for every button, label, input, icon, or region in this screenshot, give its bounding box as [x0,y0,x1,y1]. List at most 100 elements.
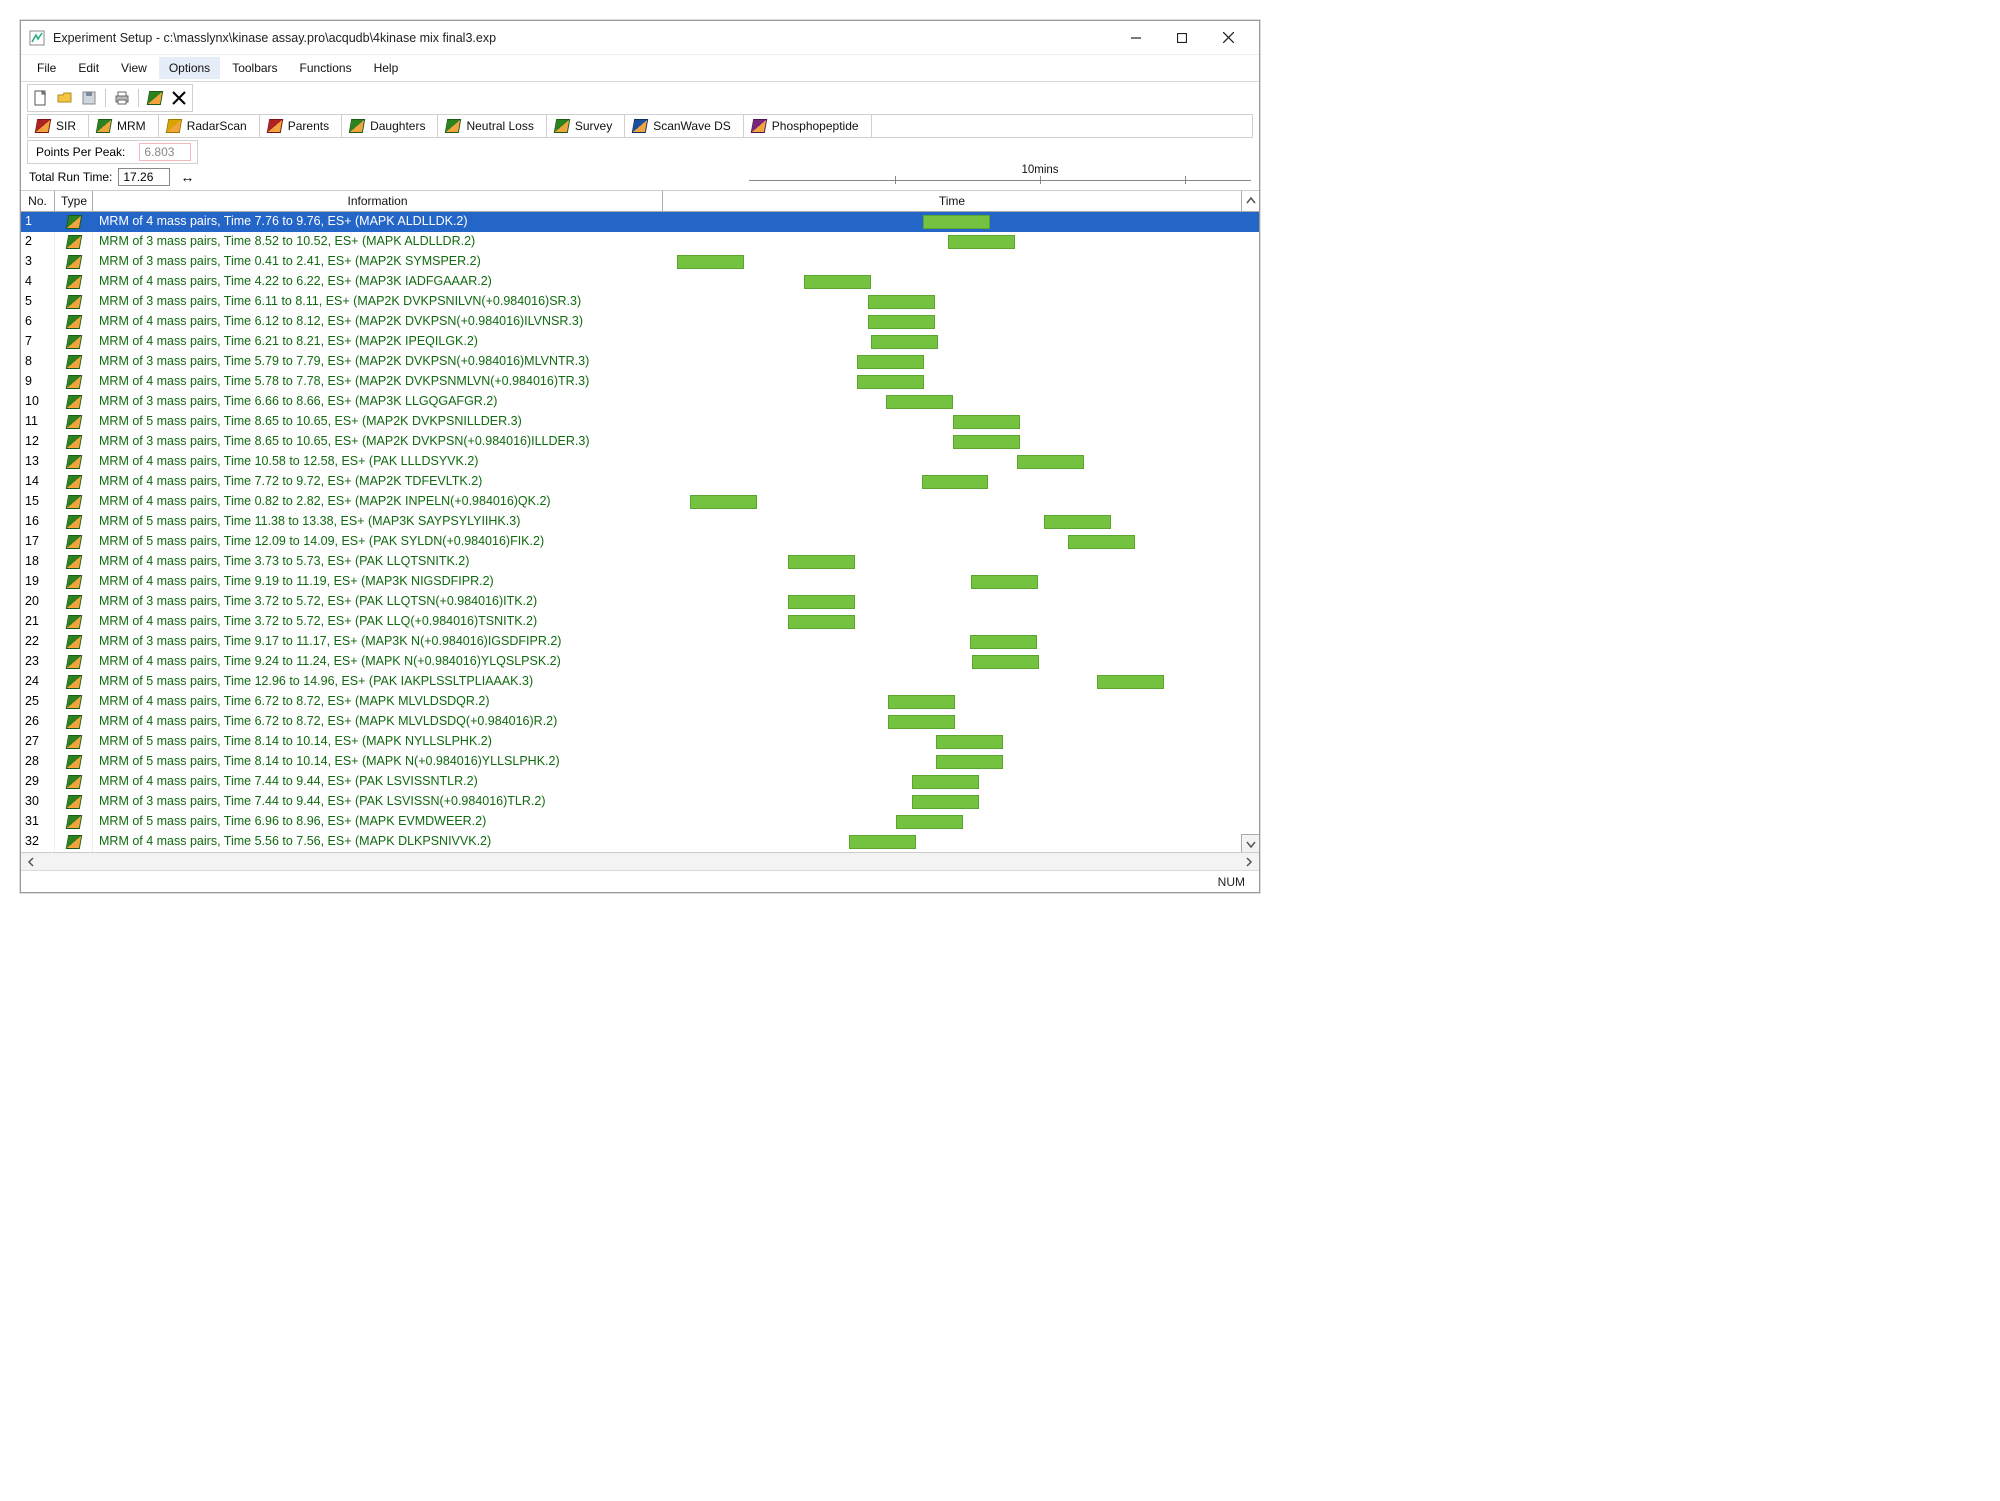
table-row[interactable]: 17MRM of 5 mass pairs, Time 12.09 to 14.… [21,532,1259,552]
time-bar[interactable] [953,435,1020,449]
menu-edit[interactable]: Edit [68,57,109,79]
row-type-icon-cell[interactable] [55,812,93,832]
maximize-button[interactable] [1159,23,1205,53]
col-header-no[interactable]: No. [21,191,55,211]
time-bar[interactable] [857,355,924,369]
table-row[interactable]: 5MRM of 3 mass pairs, Time 6.11 to 8.11,… [21,292,1259,312]
row-type-icon-cell[interactable] [55,252,93,272]
row-type-icon-cell[interactable] [55,732,93,752]
tab-survey[interactable]: Survey [547,115,625,137]
table-row[interactable]: 25MRM of 4 mass pairs, Time 6.72 to 8.72… [21,692,1259,712]
table-row[interactable]: 24MRM of 5 mass pairs, Time 12.96 to 14.… [21,672,1259,692]
table-row[interactable]: 12MRM of 3 mass pairs, Time 8.65 to 10.6… [21,432,1259,452]
tab-scanwave-ds[interactable]: ScanWave DS [625,115,744,137]
time-bar[interactable] [690,495,757,509]
time-bar[interactable] [922,475,989,489]
scroll-down-button[interactable] [1241,834,1259,852]
open-button[interactable] [54,87,76,109]
table-row[interactable]: 13MRM of 4 mass pairs, Time 10.58 to 12.… [21,452,1259,472]
col-header-time[interactable]: Time [663,191,1241,211]
col-header-information[interactable]: Information [93,191,663,211]
time-bar[interactable] [888,695,955,709]
row-type-icon-cell[interactable] [55,832,93,852]
table-row[interactable]: 29MRM of 4 mass pairs, Time 7.44 to 9.44… [21,772,1259,792]
row-type-icon-cell[interactable] [55,472,93,492]
row-type-icon-cell[interactable] [55,292,93,312]
row-type-icon-cell[interactable] [55,712,93,732]
tab-neutral-loss[interactable]: Neutral Loss [438,115,546,137]
table-row[interactable]: 19MRM of 4 mass pairs, Time 9.19 to 11.1… [21,572,1259,592]
scroll-right-button[interactable] [1241,855,1257,869]
row-type-icon-cell[interactable] [55,592,93,612]
table-row[interactable]: 16MRM of 5 mass pairs, Time 11.38 to 13.… [21,512,1259,532]
row-type-icon-cell[interactable] [55,432,93,452]
table-row[interactable]: 31MRM of 5 mass pairs, Time 6.96 to 8.96… [21,812,1259,832]
time-bar[interactable] [849,835,916,849]
resize-handle-icon[interactable]: ↔ [180,169,194,185]
tab-radarscan[interactable]: RadarScan [159,115,260,137]
time-bar[interactable] [912,775,979,789]
row-type-icon-cell[interactable] [55,612,93,632]
save-button[interactable] [78,87,100,109]
time-bar[interactable] [936,735,1003,749]
table-row[interactable]: 15MRM of 4 mass pairs, Time 0.82 to 2.82… [21,492,1259,512]
table-row[interactable]: 11MRM of 5 mass pairs, Time 8.65 to 10.6… [21,412,1259,432]
row-type-icon-cell[interactable] [55,312,93,332]
total-runtime-input[interactable] [118,168,170,186]
table-row[interactable]: 30MRM of 3 mass pairs, Time 7.44 to 9.44… [21,792,1259,812]
table-row[interactable]: 27MRM of 5 mass pairs, Time 8.14 to 10.1… [21,732,1259,752]
row-type-icon-cell[interactable] [55,572,93,592]
time-bar[interactable] [953,415,1020,429]
close-button[interactable] [1205,23,1251,53]
time-bar[interactable] [970,635,1037,649]
menu-view[interactable]: View [111,57,157,79]
table-row[interactable]: 10MRM of 3 mass pairs, Time 6.66 to 8.66… [21,392,1259,412]
row-type-icon-cell[interactable] [55,512,93,532]
table-row[interactable]: 20MRM of 3 mass pairs, Time 3.72 to 5.72… [21,592,1259,612]
time-bar[interactable] [971,575,1038,589]
table-row[interactable]: 6MRM of 4 mass pairs, Time 6.12 to 8.12,… [21,312,1259,332]
table-row[interactable]: 32MRM of 4 mass pairs, Time 5.56 to 7.56… [21,832,1259,852]
table-row[interactable]: 26MRM of 4 mass pairs, Time 6.72 to 8.72… [21,712,1259,732]
print-button[interactable] [111,87,133,109]
time-bar[interactable] [788,555,855,569]
time-bar[interactable] [886,395,953,409]
table-row[interactable]: 8MRM of 3 mass pairs, Time 5.79 to 7.79,… [21,352,1259,372]
table-row[interactable]: 23MRM of 4 mass pairs, Time 9.24 to 11.2… [21,652,1259,672]
row-type-icon-cell[interactable] [55,352,93,372]
row-type-icon-cell[interactable] [55,792,93,812]
scroll-left-button[interactable] [23,855,39,869]
row-type-icon-cell[interactable] [55,692,93,712]
col-header-type[interactable]: Type [55,191,93,211]
edit-button[interactable] [144,87,166,109]
time-bar[interactable] [804,275,871,289]
time-bar[interactable] [912,795,979,809]
row-type-icon-cell[interactable] [55,452,93,472]
time-bar[interactable] [923,215,990,229]
time-bar[interactable] [1017,455,1084,469]
row-type-icon-cell[interactable] [55,492,93,512]
minimize-button[interactable] [1113,23,1159,53]
time-bar[interactable] [788,595,855,609]
tab-phosphopeptide[interactable]: Phosphopeptide [744,115,872,137]
row-type-icon-cell[interactable] [55,212,93,232]
table-row[interactable]: 4MRM of 4 mass pairs, Time 4.22 to 6.22,… [21,272,1259,292]
time-bar[interactable] [1044,515,1111,529]
table-row[interactable]: 22MRM of 3 mass pairs, Time 9.17 to 11.1… [21,632,1259,652]
row-type-icon-cell[interactable] [55,332,93,352]
scroll-up-button[interactable] [1241,191,1259,211]
time-bar[interactable] [888,715,955,729]
time-bar[interactable] [868,315,935,329]
new-button[interactable] [30,87,52,109]
points-per-peak-input[interactable] [139,143,191,161]
time-bar[interactable] [972,655,1039,669]
row-type-icon-cell[interactable] [55,552,93,572]
tab-parents[interactable]: Parents [260,115,342,137]
table-row[interactable]: 7MRM of 4 mass pairs, Time 6.21 to 8.21,… [21,332,1259,352]
time-bar[interactable] [936,755,1003,769]
table-row[interactable]: 3MRM of 3 mass pairs, Time 0.41 to 2.41,… [21,252,1259,272]
table-row[interactable]: 2MRM of 3 mass pairs, Time 8.52 to 10.52… [21,232,1259,252]
table-row[interactable]: 1MRM of 4 mass pairs, Time 7.76 to 9.76,… [21,212,1259,232]
row-type-icon-cell[interactable] [55,632,93,652]
row-type-icon-cell[interactable] [55,772,93,792]
